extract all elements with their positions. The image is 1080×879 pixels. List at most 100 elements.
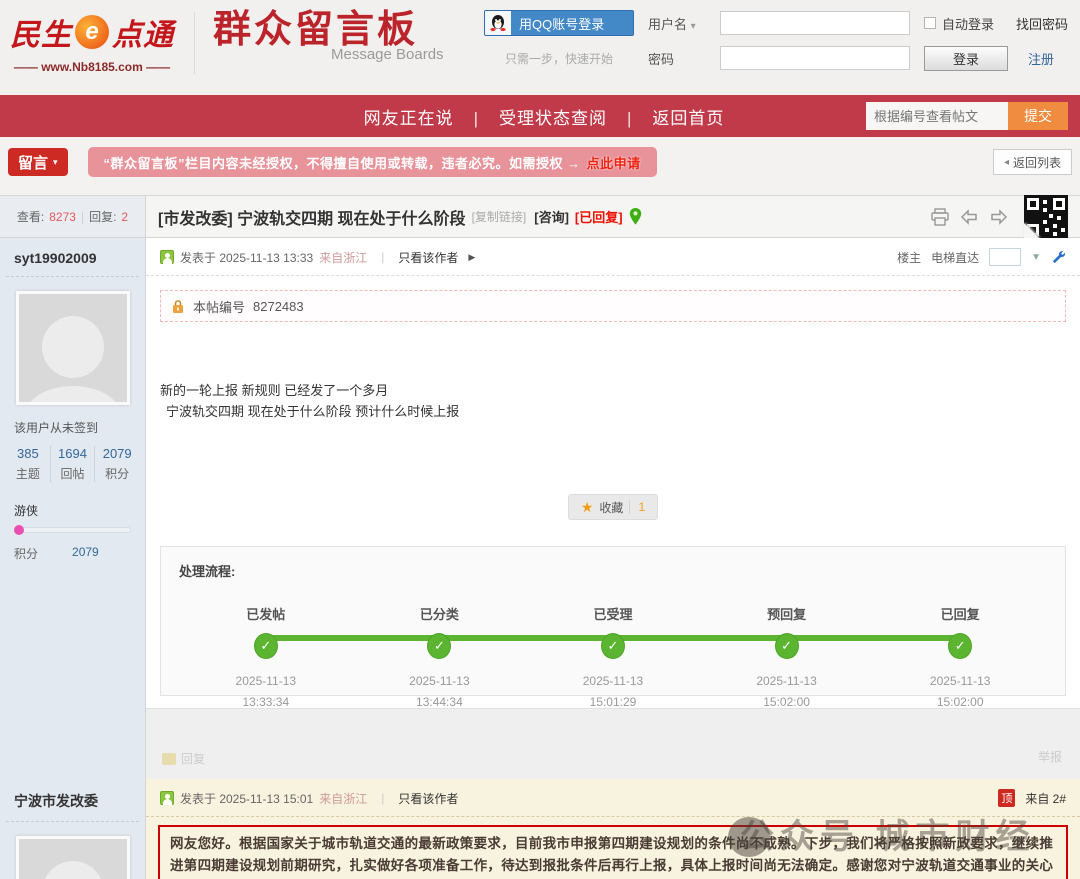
post-2-meta-row: 发表于 2025-11-13 15:01 来自浙江 | 只看该作者 顶 来自 2…	[146, 779, 1080, 817]
register-link[interactable]: 注册	[1028, 49, 1054, 68]
login-panel: 用QQ账号登录 用户名 ▾ 自动登录 找回密码 只需一步，快速开始 密码 登录 …	[484, 10, 1070, 71]
author-badge-icon	[160, 250, 174, 264]
post-1-meta-right: 楼主 电梯直达 ▼	[897, 248, 1066, 266]
lock-icon	[171, 299, 185, 314]
username-caret-icon[interactable]: ▾	[691, 21, 696, 32]
avatar-placeholder-icon	[42, 316, 104, 378]
elevator-input[interactable]	[989, 248, 1021, 266]
thread-type-tag: [咨询]	[534, 207, 569, 226]
views-count: 8273	[49, 210, 76, 224]
notice-row: 留言 ▾ “群众留言板”栏目内容未经授权，不得擅自使用或转载，违者必究。如需授权…	[0, 137, 1080, 195]
author-badge-icon	[160, 791, 174, 805]
auto-login-label: 自动登录	[942, 14, 994, 33]
post-1-avatar[interactable]	[16, 291, 130, 405]
post-2-location: 来自浙江	[319, 790, 367, 807]
elevator-go-icon[interactable]: ▼	[1031, 252, 1041, 263]
post-id-value: 8272483	[253, 299, 304, 314]
sign-in-status: 该用户从未签到	[0, 405, 145, 444]
search-submit-button[interactable]: 提交	[1008, 102, 1068, 130]
views-label: 查看:	[17, 208, 44, 225]
top-badge: 顶	[998, 789, 1015, 807]
password-label: 密码	[648, 49, 706, 68]
qq-login-button[interactable]: 用QQ账号登录	[484, 10, 634, 36]
report-link[interactable]: 举报	[1038, 748, 1062, 765]
auto-login-checkbox[interactable]	[924, 17, 936, 29]
stat-credits[interactable]: 2079 积分	[95, 446, 139, 482]
reply-button[interactable]: 回复	[162, 750, 205, 767]
find-password-link[interactable]: 找回密码	[1016, 14, 1068, 33]
process-step-replied: 已回复 ✓ 2025-11-1315:02:00	[873, 604, 1047, 713]
manage-wrench-icon[interactable]	[1051, 250, 1066, 265]
copyright-notice: “群众留言板”栏目内容未经授权，不得擅自使用或转载，违者必究。如需授权 → 点此…	[88, 147, 657, 177]
print-icon[interactable]	[930, 208, 950, 226]
check-icon: ✓	[254, 633, 278, 659]
prev-thread-icon[interactable]	[960, 209, 979, 225]
next-thread-icon[interactable]	[989, 209, 1008, 225]
page: 民生 e 点通 —— www.Nb8185.com —— 群众留言板 Messa…	[0, 0, 1080, 879]
username-input[interactable]	[720, 11, 910, 35]
post-2-meta-left: 发表于 2025-11-13 15:01 来自浙江 | 只看该作者	[160, 790, 458, 807]
post-1-author-panel: syt19902009 该用户从未签到 385 主题 1694 回帖 2079 …	[0, 238, 146, 779]
board-title-block: 群众留言板 Message Boards	[213, 10, 444, 63]
reply-bubble-icon	[162, 753, 176, 765]
username-label: 用户名 ▾	[648, 14, 706, 33]
only-author-link[interactable]: 只看该作者	[398, 790, 458, 807]
check-icon: ✓	[601, 633, 625, 659]
nav-link-now-talking[interactable]: 网友正在说	[364, 109, 454, 128]
nav-search: 提交	[866, 102, 1068, 130]
avatar-placeholder-icon	[42, 861, 104, 879]
post-1-author-name[interactable]: syt19902009	[0, 238, 145, 276]
sidebar-divider	[6, 821, 139, 822]
sidebar-divider	[6, 276, 139, 277]
elevator-label: 电梯直达	[931, 249, 979, 266]
replies-label: 回复:	[89, 208, 116, 225]
password-input[interactable]	[720, 46, 910, 70]
logo-text-right: 点通	[112, 10, 174, 54]
logo-text-left: 民生	[10, 10, 72, 54]
post-2-main: 发表于 2025-11-13 15:01 来自浙江 | 只看该作者 顶 来自 2…	[146, 779, 1080, 879]
stat-replies[interactable]: 1694 回帖	[51, 446, 96, 482]
stat-threads[interactable]: 385 主题	[6, 446, 51, 482]
post-2-author-name[interactable]: 宁波市发改委	[0, 779, 145, 821]
post-1-main: 发表于 2025-11-13 13:33 来自浙江 | 只看该作者 ▶ 楼主 电…	[146, 238, 1080, 779]
qr-fold-corner	[1024, 223, 1040, 239]
apply-authorization-link[interactable]: 点此申请	[587, 153, 641, 172]
post-1-content: 新的一轮上报 新规则 已经发了一个多月 宁波轨交四期 现在处于什么阶段 预计什么…	[146, 322, 1080, 422]
copy-link[interactable]: [复制链接]	[472, 208, 527, 225]
process-step-prereplied: 预回复 ✓ 2025-11-1315:02:00	[700, 604, 874, 713]
only-author-link[interactable]: 只看该作者	[398, 249, 458, 266]
process-step-classified: 已分类 ✓ 2025-11-1313:44:34	[353, 604, 527, 713]
official-reply-box: 网友您好。根据国家关于城市轨道交通的最新政策要求，目前我市申报第四期建设规划的条…	[158, 825, 1068, 879]
thread-title: [市发改委] 宁波轨交四期 现在处于什么阶段	[158, 205, 466, 229]
main-nav: 网友正在说|受理状态查阅|返回首页 提交	[0, 95, 1080, 137]
header-divider	[194, 12, 195, 74]
author-rank: 游侠	[0, 490, 145, 525]
process-step-posted: 已发帖 ✓ 2025-11-1313:33:34	[179, 604, 353, 713]
post-2-avatar[interactable]	[16, 836, 130, 879]
qq-penguin-icon	[485, 11, 511, 35]
rank-progress-dot	[14, 525, 24, 535]
star-icon: ★	[581, 499, 594, 516]
nav-link-home[interactable]: 返回首页	[652, 109, 724, 128]
site-logo[interactable]: 民生 e 点通 —— www.Nb8185.com ——	[10, 10, 174, 74]
message-caret-icon: ▾	[53, 157, 58, 168]
post-1-footer: 回复 举报	[146, 708, 1080, 779]
thread-status-tag: [已回复]	[575, 207, 623, 226]
back-to-list-button[interactable]: ◂ 返回列表	[993, 149, 1072, 175]
floor-label: 楼主	[897, 249, 921, 266]
author-score-row: 积分 2079	[0, 533, 145, 574]
post-1-timestamp: 发表于 2025-11-13 13:33	[180, 249, 313, 266]
favorite-row: ★ 收藏 1	[146, 494, 1080, 520]
avatar-placeholder-body	[25, 386, 121, 405]
only-author-caret-icon: ▶	[468, 252, 475, 263]
check-icon: ✓	[775, 633, 799, 659]
login-button[interactable]: 登录	[924, 46, 1008, 71]
qr-code-icon[interactable]	[1024, 195, 1068, 239]
message-board-button[interactable]: 留言 ▾	[8, 148, 68, 176]
check-icon: ✓	[427, 633, 451, 659]
nav-link-status-check[interactable]: 受理状态查阅	[499, 109, 607, 128]
post-number-search-input[interactable]	[866, 102, 1008, 130]
favorite-button[interactable]: ★ 收藏 1	[568, 494, 658, 520]
board-subtitle: Message Boards	[331, 46, 444, 63]
thread-title-bar: 查看: 8273 | 回复: 2 [市发改委] 宁波轨交四期 现在处于什么阶段 …	[0, 195, 1080, 238]
